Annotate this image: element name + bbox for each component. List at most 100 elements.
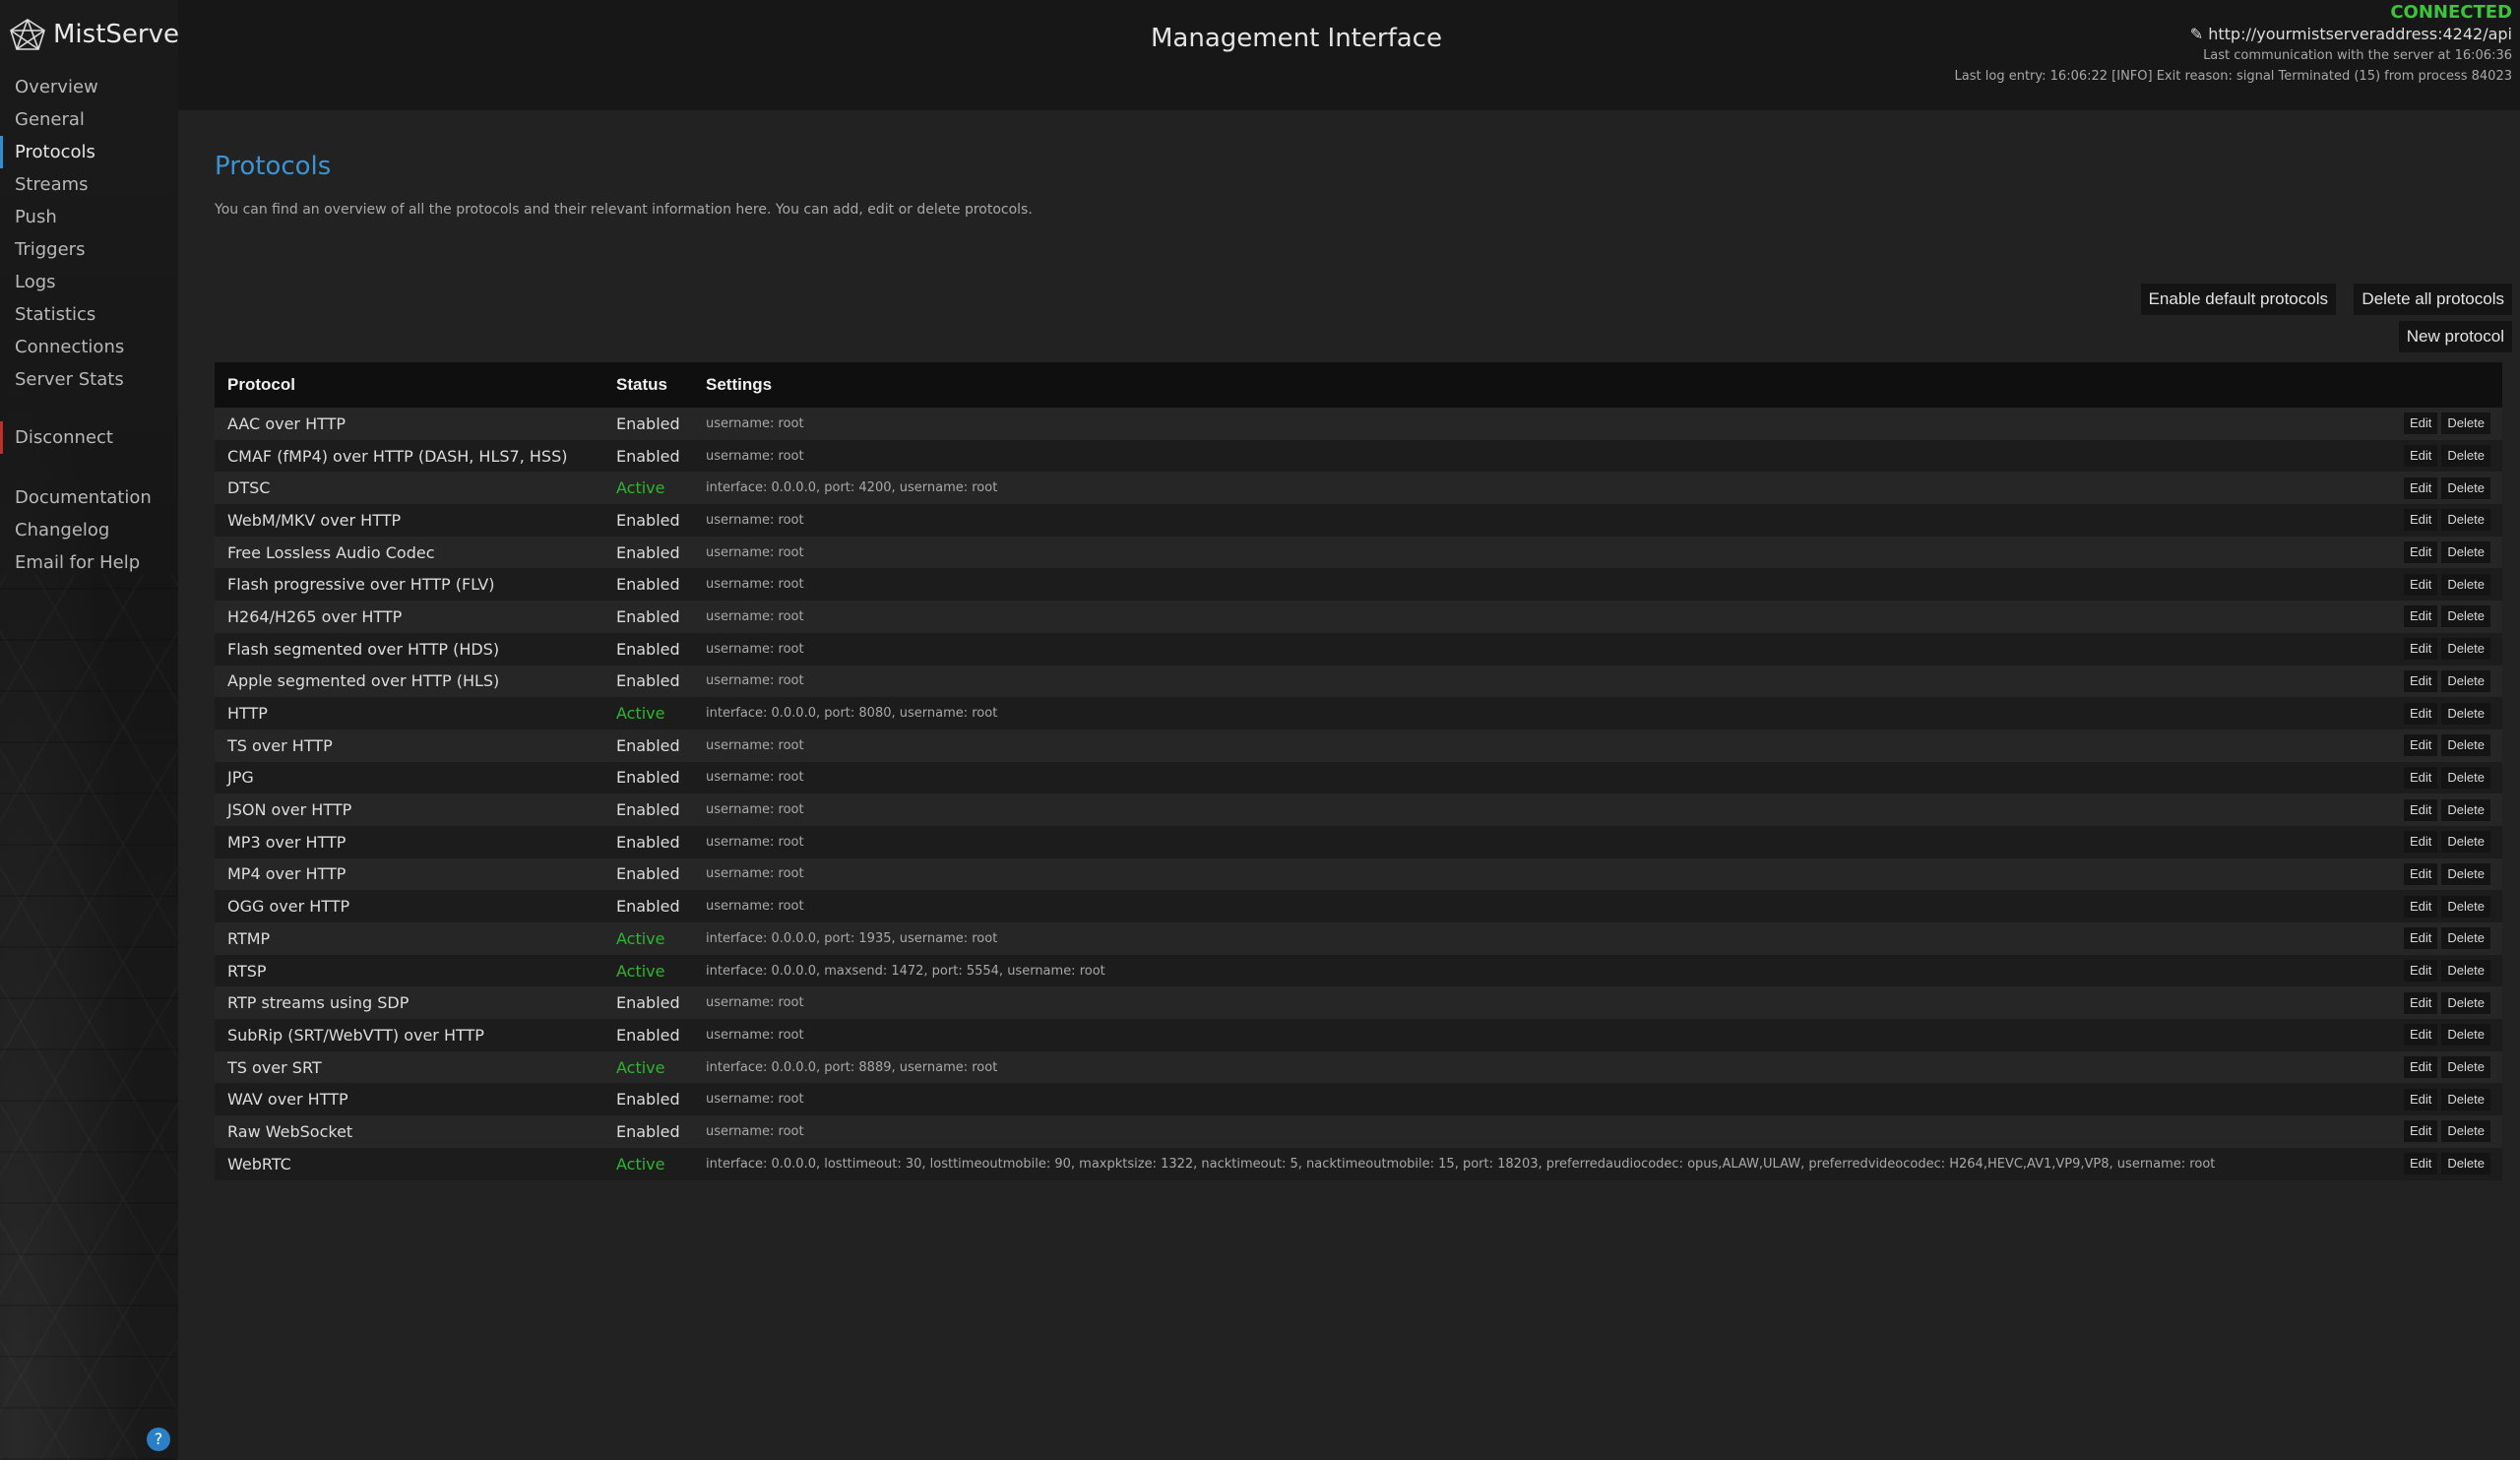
edit-protocol-button[interactable]: Edit (2404, 605, 2438, 628)
last-log-entry: Last log entry: 16:06:22 [INFO] Exit rea… (1954, 69, 2512, 84)
edit-protocol-button[interactable]: Edit (2404, 1056, 2438, 1079)
sidebar-link-email-help[interactable]: Email for Help (0, 546, 178, 579)
sidebar-item-overview[interactable]: Overview (0, 71, 178, 103)
logo[interactable]: MistServer (8, 18, 178, 51)
sidebar-item-disconnect[interactable]: Disconnect (0, 421, 178, 454)
sidebar-item-connections[interactable]: Connections (0, 331, 178, 363)
sidebar-item-statistics[interactable]: Statistics (0, 298, 178, 331)
delete-protocol-button[interactable]: Delete (2441, 798, 2490, 821)
edit-protocol-button[interactable]: Edit (2404, 509, 2438, 532)
column-header-status[interactable]: Status (616, 375, 706, 395)
protocol-name: Free Lossless Audio Codec (227, 542, 435, 562)
delete-all-protocols-button[interactable]: Delete all protocols (2354, 284, 2512, 315)
edit-protocol-button[interactable]: Edit (2404, 927, 2438, 950)
protocol-settings: username: root (706, 802, 804, 818)
delete-protocol-button[interactable]: Delete (2441, 734, 2490, 757)
delete-protocol-button[interactable]: Delete (2441, 927, 2490, 950)
protocol-name: MP3 over HTTP (227, 832, 346, 852)
protocol-status: Enabled (616, 446, 680, 466)
help-icon[interactable]: ? (147, 1428, 170, 1451)
delete-protocol-button[interactable]: Delete (2441, 1056, 2490, 1079)
edit-protocol-button[interactable]: Edit (2404, 573, 2438, 596)
edit-protocol-button[interactable]: Edit (2404, 1153, 2438, 1175)
delete-protocol-button[interactable]: Delete (2441, 1120, 2490, 1143)
api-url[interactable]: ✎ http://yourmistserveraddress:4242/api (1955, 24, 2512, 45)
row-actions: Edit Delete (2384, 669, 2502, 692)
delete-protocol-button[interactable]: Delete (2441, 1088, 2490, 1111)
new-protocol-button[interactable]: New protocol (2398, 321, 2512, 352)
table-row: Raw WebSocket Enabled username: root Edit De… (215, 1115, 2502, 1148)
edit-protocol-button[interactable]: Edit (2404, 766, 2438, 789)
sidebar-link-documentation[interactable]: Documentation (0, 481, 178, 514)
delete-protocol-button[interactable]: Delete (2441, 862, 2490, 885)
sidebar-item-general[interactable]: General (0, 103, 178, 136)
edit-protocol-button[interactable]: Edit (2404, 445, 2438, 468)
edit-protocol-button[interactable]: Edit (2404, 1120, 2438, 1143)
protocol-settings: username: root (706, 866, 804, 882)
row-actions: Edit Delete (2384, 831, 2502, 854)
edit-protocol-button[interactable]: Edit (2404, 734, 2438, 757)
table-row: TS over SRT Active interface: 0.0.0.0, por… (215, 1050, 2502, 1084)
table-row: Apple segmented over HTTP (HLS) Enabled us… (215, 665, 2502, 698)
edit-protocol-button[interactable]: Edit (2404, 669, 2438, 692)
sidebar-item-server-stats[interactable]: Server Stats (0, 363, 178, 396)
table-row: H264/H265 over HTTP Enabled username: root… (215, 601, 2502, 633)
table-row: RTP streams using SDP Enabled username: ro… (215, 986, 2502, 1020)
edit-protocol-button[interactable]: Edit (2404, 831, 2438, 854)
delete-protocol-button[interactable]: Delete (2441, 831, 2490, 854)
protocol-settings: interface: 0.0.0.0, port: 8080, username… (706, 706, 998, 722)
edit-protocol-button[interactable]: Edit (2404, 1024, 2438, 1047)
main-content: Protocols You can find an overview of al… (178, 110, 2520, 1460)
edit-protocol-button[interactable]: Edit (2404, 862, 2438, 885)
delete-protocol-button[interactable]: Delete (2441, 669, 2490, 692)
delete-protocol-button[interactable]: Delete (2441, 445, 2490, 468)
table-row: MP3 over HTTP Enabled username: root Edit De… (215, 825, 2502, 858)
delete-protocol-button[interactable]: Delete (2441, 766, 2490, 789)
delete-protocol-button[interactable]: Delete (2441, 895, 2490, 918)
delete-protocol-button[interactable]: Delete (2441, 605, 2490, 628)
delete-protocol-button[interactable]: Delete (2441, 541, 2490, 564)
sidebar-item-logs[interactable]: Logs (0, 266, 178, 298)
edit-protocol-button[interactable]: Edit (2404, 541, 2438, 564)
enable-default-protocols-button[interactable]: Enable default protocols (2140, 284, 2336, 315)
connection-status-text: CONNECTED (2390, 2, 2512, 23)
table-row: DTSC Active interface: 0.0.0.0, port: 4200… (215, 472, 2502, 505)
table-header: Protocol Status Settings (215, 362, 2502, 408)
protocol-status: Enabled (616, 1121, 680, 1141)
sidebar-item-triggers[interactable]: Triggers (0, 233, 178, 266)
edit-protocol-button[interactable]: Edit (2404, 638, 2438, 661)
delete-protocol-button[interactable]: Delete (2441, 638, 2490, 661)
sidebar-item-protocols[interactable]: Protocols (0, 136, 178, 168)
delete-protocol-button[interactable]: Delete (2441, 960, 2490, 983)
delete-protocol-button[interactable]: Delete (2441, 509, 2490, 532)
delete-protocol-button[interactable]: Delete (2441, 1153, 2490, 1175)
protocol-settings: interface: 0.0.0.0, losttimeout: 30, los… (706, 1156, 2216, 1172)
delete-protocol-button[interactable]: Delete (2441, 476, 2490, 499)
delete-protocol-button[interactable]: Delete (2441, 991, 2490, 1014)
edit-protocol-button[interactable]: Edit (2404, 895, 2438, 918)
sidebar-link-changelog[interactable]: Changelog (0, 514, 178, 546)
edit-protocol-button[interactable]: Edit (2404, 413, 2438, 435)
protocol-status: Enabled (616, 542, 680, 562)
edit-protocol-button[interactable]: Edit (2404, 702, 2438, 725)
protocol-name: TS over HTTP (227, 735, 333, 755)
column-header-protocol[interactable]: Protocol (215, 375, 616, 395)
protocol-settings: username: root (706, 415, 804, 431)
row-actions: Edit Delete (2384, 862, 2502, 885)
edit-protocol-button[interactable]: Edit (2404, 991, 2438, 1014)
delete-protocol-button[interactable]: Delete (2441, 573, 2490, 596)
sidebar-item-streams[interactable]: Streams (0, 168, 178, 201)
protocol-status: Enabled (616, 768, 680, 788)
protocol-name: CMAF (fMP4) over HTTP (DASH, HLS7, HSS) (227, 446, 568, 466)
edit-protocol-button[interactable]: Edit (2404, 476, 2438, 499)
edit-protocol-button[interactable]: Edit (2404, 798, 2438, 821)
column-header-settings[interactable]: Settings (706, 375, 2384, 395)
sidebar-item-push[interactable]: Push (0, 201, 178, 233)
delete-protocol-button[interactable]: Delete (2441, 413, 2490, 435)
sidebar-nav: Overview General Protocols Streams Push … (0, 71, 178, 579)
protocol-status: Enabled (616, 606, 680, 626)
delete-protocol-button[interactable]: Delete (2441, 702, 2490, 725)
edit-protocol-button[interactable]: Edit (2404, 1088, 2438, 1111)
edit-protocol-button[interactable]: Edit (2404, 960, 2438, 983)
delete-protocol-button[interactable]: Delete (2441, 1024, 2490, 1047)
